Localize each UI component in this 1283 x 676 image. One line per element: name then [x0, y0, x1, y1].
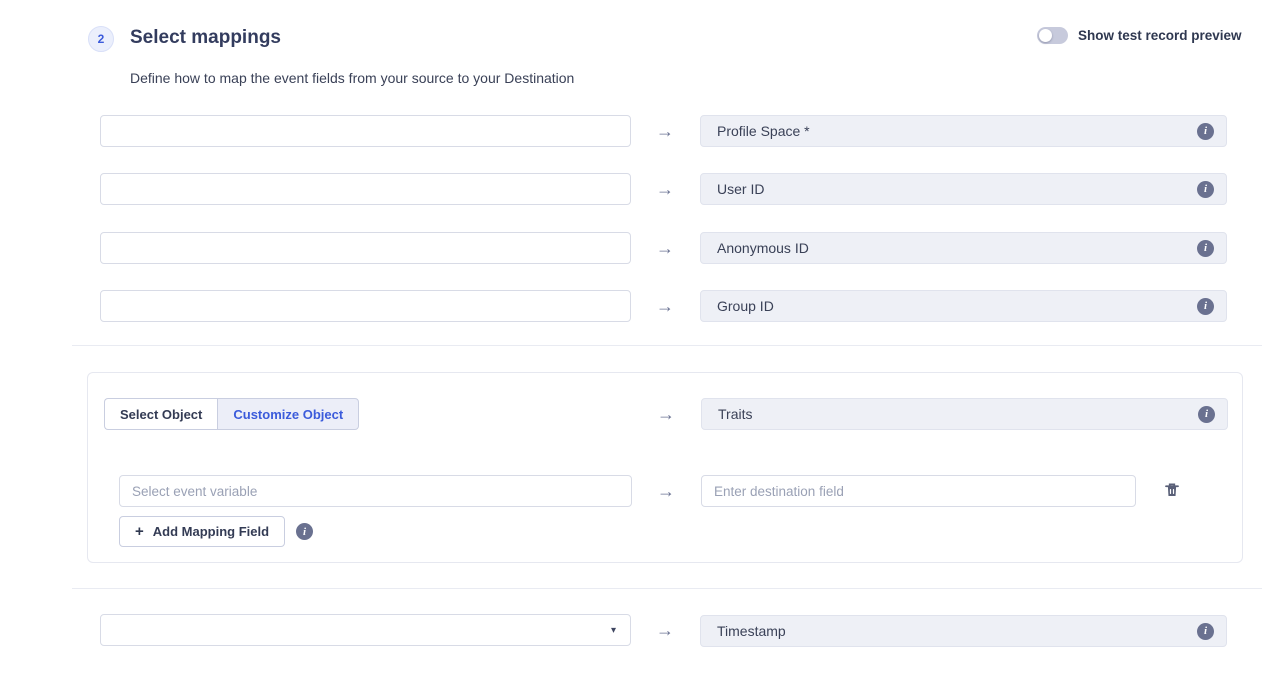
arrow-right-icon: → [649, 398, 683, 430]
destination-field-input[interactable] [701, 475, 1136, 507]
destination-field-label: Group ID [717, 298, 1197, 314]
object-mode-tabs: Select Object Customize Object [104, 398, 359, 430]
select-event-variable-input[interactable] [119, 475, 632, 507]
info-icon[interactable]: i [1197, 298, 1214, 315]
arrow-right-icon: → [648, 290, 682, 322]
toggle-knob-icon [1039, 29, 1052, 42]
source-field-input[interactable] [100, 115, 631, 147]
mapping-row-anonymous-id: → Anonymous ID i [0, 232, 1283, 266]
info-icon[interactable]: i [1197, 123, 1214, 140]
mapping-row-profile-space: → Profile Space * i [0, 115, 1283, 149]
destination-field-label: Timestamp [717, 623, 1197, 639]
info-icon[interactable]: i [296, 523, 313, 540]
destination-field-label: Profile Space * [717, 123, 1197, 139]
mapping-row-group-id: → Group ID i [0, 290, 1283, 324]
tab-select-object[interactable]: Select Object [104, 398, 217, 430]
destination-field: Anonymous ID i [700, 232, 1227, 264]
destination-field: Group ID i [700, 290, 1227, 322]
info-icon[interactable]: i [1197, 181, 1214, 198]
toggle-label: Show test record preview [1078, 28, 1242, 43]
arrow-right-icon: → [649, 475, 683, 507]
timestamp-source-select[interactable]: ▾ [100, 614, 631, 646]
info-icon[interactable]: i [1197, 240, 1214, 257]
destination-field-timestamp: Timestamp i [700, 615, 1227, 647]
show-test-record-preview-toggle[interactable] [1037, 27, 1068, 44]
add-mapping-field-label: Add Mapping Field [153, 524, 269, 539]
trash-icon [1163, 481, 1181, 499]
source-field-input[interactable] [100, 232, 631, 264]
arrow-right-icon: → [648, 115, 682, 147]
select-mappings-panel: 2 Select mappings Show test record previ… [0, 0, 1283, 676]
page-title: Select mappings [130, 27, 281, 49]
destination-field-label: User ID [717, 181, 1197, 197]
step-number-badge: 2 [88, 26, 114, 52]
source-field-input[interactable] [100, 173, 631, 205]
chevron-down-icon: ▾ [611, 625, 616, 636]
page-subtitle: Define how to map the event fields from … [130, 70, 574, 86]
source-field-input[interactable] [100, 290, 631, 322]
tab-customize-object[interactable]: Customize Object [217, 398, 359, 430]
destination-field: User ID i [700, 173, 1227, 205]
destination-field-traits: Traits i [701, 398, 1228, 430]
delete-mapping-row-button[interactable] [1162, 481, 1182, 501]
plus-icon: + [135, 523, 144, 540]
info-icon[interactable]: i [1197, 623, 1214, 640]
destination-field: Profile Space * i [700, 115, 1227, 147]
section-divider [72, 588, 1262, 589]
mapping-row-user-id: → User ID i [0, 173, 1283, 207]
add-mapping-field-button[interactable]: + Add Mapping Field [119, 516, 285, 547]
arrow-right-icon: → [648, 614, 682, 646]
destination-field-label: Traits [718, 406, 1198, 422]
section-divider [72, 345, 1262, 346]
info-icon[interactable]: i [1198, 406, 1215, 423]
destination-field-label: Anonymous ID [717, 240, 1197, 256]
arrow-right-icon: → [648, 232, 682, 264]
traits-mapping-card: Select Object Customize Object → Traits … [87, 372, 1243, 563]
arrow-right-icon: → [648, 173, 682, 205]
